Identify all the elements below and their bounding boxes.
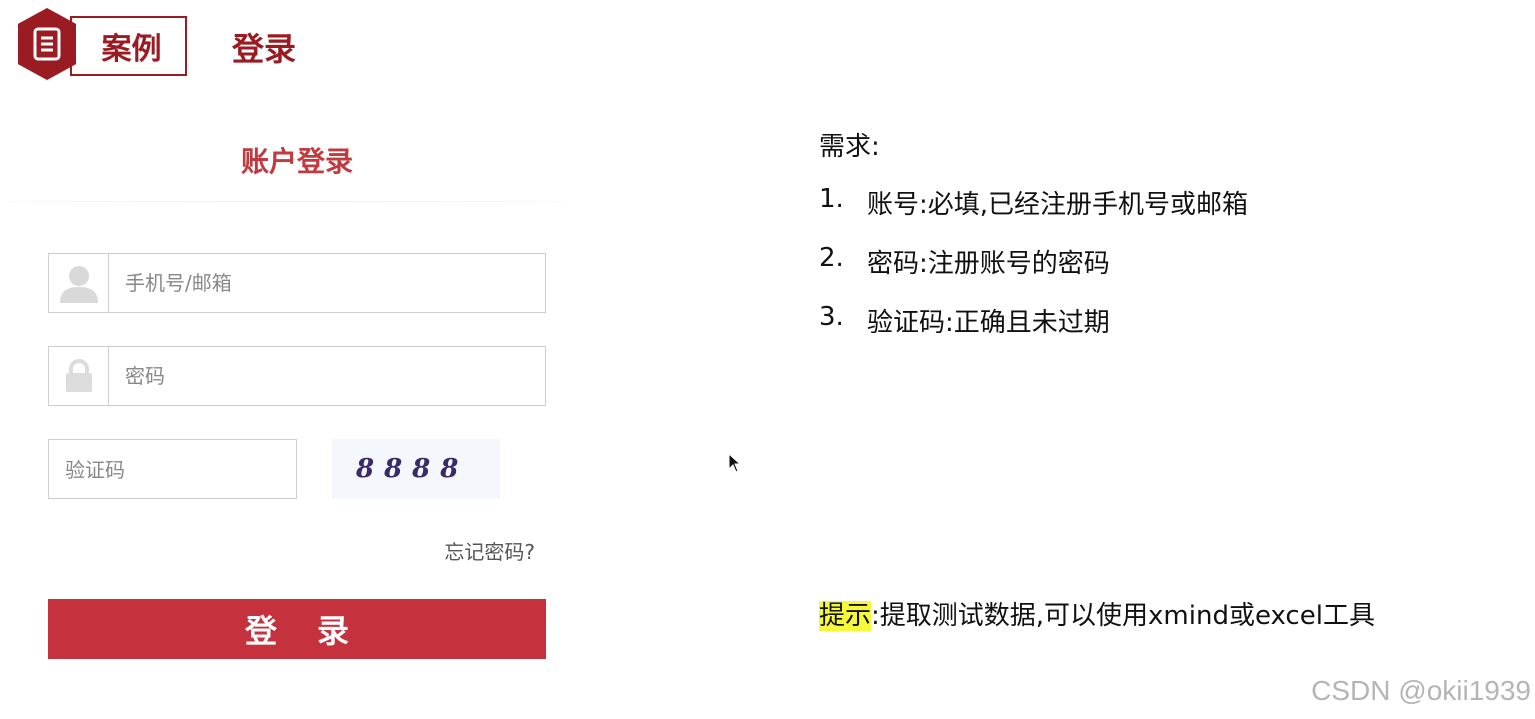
list-item: 2. 密码:注册账号的密码 [819,243,1248,302]
password-input[interactable] [109,346,545,406]
login-form-title: 账户登录 [240,145,353,178]
user-icon [49,254,109,312]
requirements-heading: 需求: [819,132,880,162]
watermark: CSDN @okii1939 [1311,675,1531,706]
list-item-text: 验证码:正确且未过期 [867,308,1110,338]
requirements-list: 1. 账号:必填,已经注册手机号或邮箱 2. 密码:注册账号的密码 3. 验证码… [819,184,1248,361]
username-field[interactable] [48,253,546,313]
forgot-password-link[interactable]: 忘记密码? [444,536,535,565]
tip-text: :提取测试数据,可以使用xmind或excel工具 [871,601,1375,631]
mouse-cursor-icon [728,453,742,473]
document-icon [33,27,61,61]
list-item-text: 密码:注册账号的密码 [867,249,1110,279]
lock-icon [49,347,109,405]
list-item: 3. 验证码:正确且未过期 [819,302,1248,361]
list-item-number: 1. [819,184,844,214]
title-divider [8,201,564,202]
captcha-field[interactable] [48,439,316,500]
list-item-number: 2. [819,243,844,273]
case-badge-hexagon [18,8,76,80]
list-item: 1. 账号:必填,已经注册手机号或邮箱 [819,184,1248,243]
password-field[interactable] [48,346,546,406]
tip-label: 提示 [819,601,872,631]
captcha-input[interactable] [49,440,316,500]
list-item-number: 3. [819,302,844,332]
username-input[interactable] [109,253,545,313]
case-badge-label: 案例 [70,16,187,76]
case-topic-title: 登录 [232,30,297,68]
login-button[interactable]: 登录 [48,599,546,659]
tip-note: 提示:提取测试数据,可以使用xmind或excel工具 [819,595,1375,632]
captcha-image[interactable]: 8888 [332,439,500,499]
list-item-text: 账号:必填,已经注册手机号或邮箱 [867,190,1249,220]
